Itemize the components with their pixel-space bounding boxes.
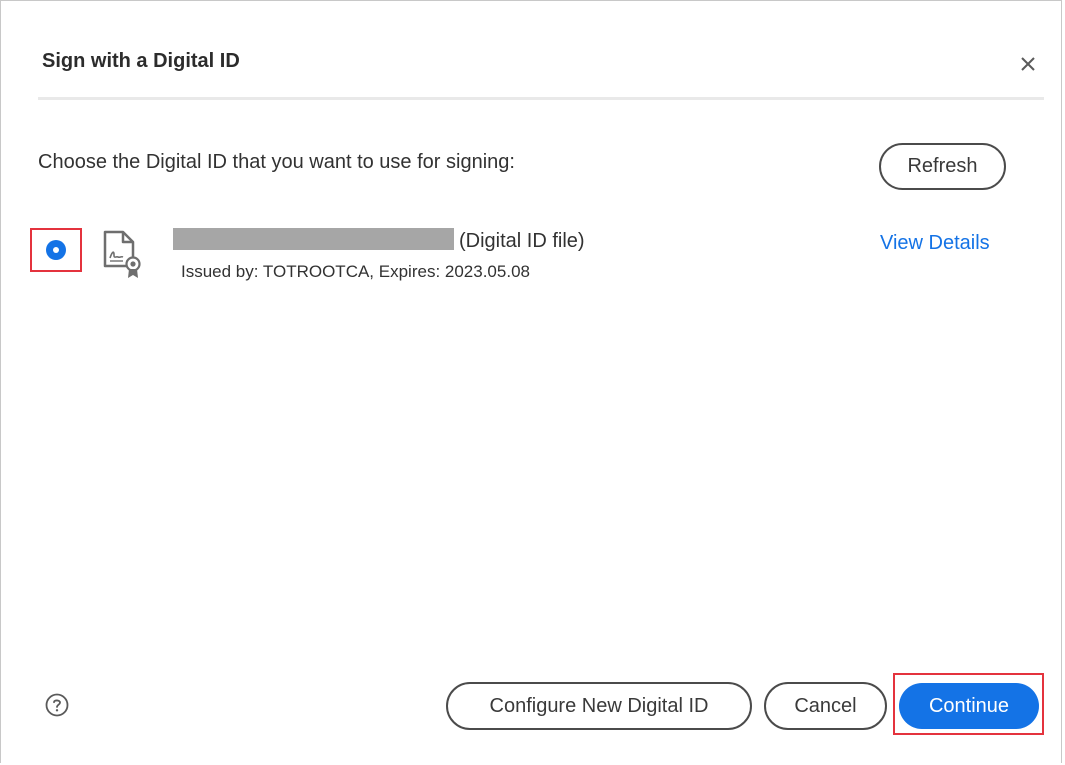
digital-id-radio[interactable] [46,240,66,260]
redacted-id-name [173,228,454,250]
sign-digital-id-dialog: Sign with a Digital ID Choose the Digita… [0,0,1062,763]
digital-id-issued: Issued by: TOTROOTCA, Expires: 2023.05.0… [181,262,530,281]
radio-dot [53,247,59,253]
refresh-button[interactable]: Refresh [879,143,1006,190]
cancel-button[interactable]: Cancel [764,682,887,730]
view-details-link[interactable]: View Details [880,232,990,255]
certificate-file-icon [103,230,141,278]
dialog-title: Sign with a Digital ID [42,50,240,72]
title-divider [38,97,1044,100]
close-icon[interactable] [1013,49,1043,79]
configure-new-digital-id-button[interactable]: Configure New Digital ID [446,682,752,730]
continue-button[interactable]: Continue [899,683,1039,729]
help-icon[interactable] [45,693,69,717]
digital-id-type: (Digital ID file) [459,230,585,252]
radio-highlight [30,228,82,272]
choose-id-prompt: Choose the Digital ID that you want to u… [38,151,515,173]
